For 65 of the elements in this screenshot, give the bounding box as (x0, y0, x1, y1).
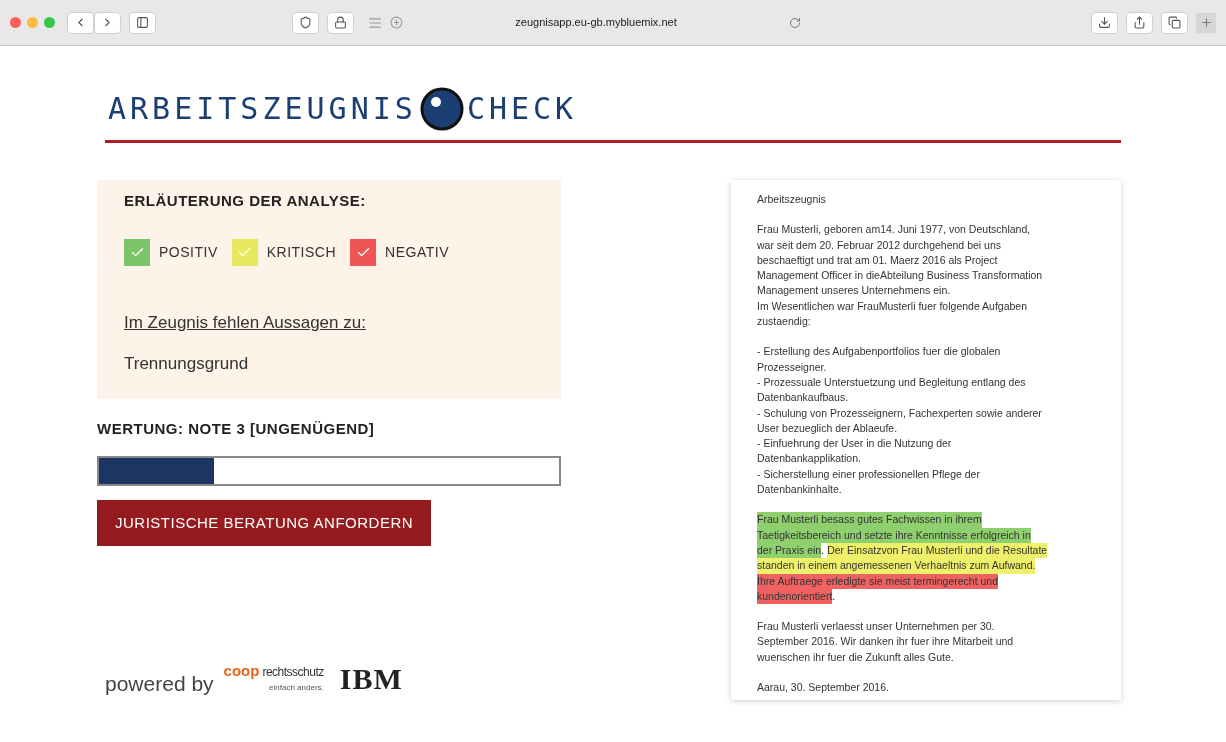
eye-icon (418, 86, 465, 132)
share-button[interactable] (1126, 11, 1153, 34)
reader-icon[interactable] (368, 15, 382, 30)
close-icon[interactable] (10, 17, 21, 28)
shield-button[interactable] (292, 11, 319, 34)
document-text: - Schulung von Prozesseignern, Fachexperten sowie anderer (757, 405, 1042, 421)
document-text: beschaeftigt und trat am 01. Maerz 2016 als Project (757, 252, 998, 268)
logo-text: ARBEITSZEUGNIS (108, 94, 417, 124)
coop-logo: coop (223, 663, 260, 678)
legend-title: ERLÄUTERUNG DER ANALYSE: (124, 191, 367, 211)
sidebar-icon (136, 16, 149, 29)
shield-icon (299, 16, 312, 29)
document-text: . (832, 588, 836, 604)
new-tab-button[interactable] (1196, 12, 1216, 33)
document-text: - Erstellung des Aufgabenportfolios fuer die globalen (757, 344, 1001, 360)
document-text: Frau Musterli verlaesst unser Unternehmen per 30. (757, 619, 995, 635)
logo-text: CHECK (466, 94, 578, 124)
document-text: Datenbankinhalte. (757, 482, 842, 498)
rating-label: WERTUNG: NOTE 3 [UNGENÜGEND] (97, 418, 376, 439)
document-text: Frau Musterli, geboren am14. Juni 1977, von Deutschland, (757, 222, 1031, 238)
legend-label: POSITIV (159, 242, 218, 262)
document-text: Management Officer in dieAbteilung Business Transformation (757, 268, 1043, 284)
document-text: war seit dem 20. Februar 2012 durchgehend bei uns (757, 237, 1001, 253)
document-text: September 2016. Wir danken ihr fuer ihre Mitarbeit und (757, 634, 1014, 650)
highlighted-text: Frau Musterli besass gutes Fachwissen in ihrem (757, 512, 982, 528)
document-text: Arbeitszeugnis (757, 192, 826, 207)
plus-icon (1199, 16, 1213, 29)
url-text: zeugnisapp.eu-gb.mybluemix.net (515, 15, 677, 31)
document-text: Prozesseigner. (757, 359, 827, 375)
tabs-button[interactable] (1161, 11, 1188, 34)
document-text: wuenschen ihr fuer die Zukunft alles Gute. (757, 649, 954, 665)
missing-heading: Im Zeugnis fehlen Aussagen zu: (124, 311, 366, 334)
document-text: Im Wesentlichen war FrauMusterli fuer folgende Aufgaben (757, 298, 1028, 314)
document-text: User bezueglich der Ablaeufe. (757, 420, 898, 436)
document-text: Datenbankapplikation. (757, 451, 861, 467)
share-icon (1133, 16, 1146, 29)
tabs-icon (1168, 16, 1181, 29)
legend-label: NEGATIV (385, 242, 449, 262)
document-text: Management unseres Unternehmens ein. (757, 283, 951, 299)
powered-by-text: powered by (105, 673, 214, 694)
reload-icon[interactable] (789, 16, 801, 29)
legend-label: KRITISCH (266, 242, 337, 262)
legal-advice-button[interactable]: JURISTISCHE BERATUNG ANFORDERN (97, 500, 432, 546)
document-text: - Einfuehrung der User in die Nutzung der (757, 436, 952, 452)
slogan-text: einfach anders. (269, 682, 324, 694)
add-icon[interactable] (390, 16, 403, 29)
highlighted-text: standen in einem angemessenen Verhaeltnis zum Aufwand. (757, 558, 1036, 574)
download-button[interactable] (1091, 11, 1118, 34)
address-bar[interactable]: zeugnisapp.eu-gb.mybluemix.net (411, 11, 781, 34)
sidebar-button[interactable] (129, 11, 156, 34)
forward-button[interactable] (94, 11, 121, 34)
document-text: Aarau, 30. September 2016. (757, 680, 889, 695)
document-text: Datenbankaufbaus. (757, 390, 849, 406)
lock-icon (334, 16, 347, 29)
back-button[interactable] (67, 11, 94, 34)
document-text: zustaendig: (757, 314, 811, 330)
ibm-logo: IBM (339, 664, 403, 694)
lock-button[interactable] (327, 11, 354, 34)
document-text: . (821, 542, 825, 558)
rechtsschutz-text: rechtsschutz (262, 666, 324, 678)
download-icon (1098, 16, 1111, 29)
missing-item: Trennungsgrund (124, 353, 250, 375)
maximize-icon[interactable] (44, 17, 55, 28)
document-text: - Sicherstellung einer professionellen Pflege der (757, 466, 980, 482)
document-text: - Prozessuale Unterstuetzung und Begleitung entlang des (757, 374, 1026, 390)
